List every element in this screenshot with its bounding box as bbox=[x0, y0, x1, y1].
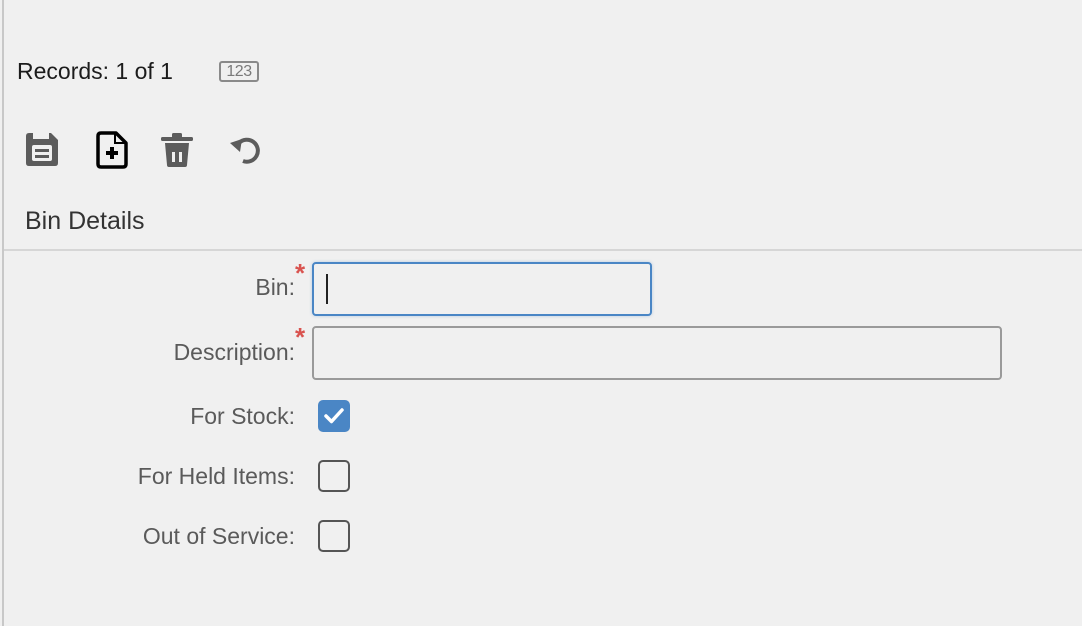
delete-button[interactable] bbox=[158, 130, 198, 170]
trash-icon bbox=[161, 133, 193, 167]
description-label: Description: bbox=[173, 339, 295, 365]
new-record-button[interactable] bbox=[92, 130, 132, 170]
bin-required-asterisk: * bbox=[295, 258, 306, 288]
out-of-service-checkbox[interactable] bbox=[318, 520, 350, 552]
new-document-icon bbox=[96, 131, 128, 169]
for-held-items-checkbox[interactable] bbox=[318, 460, 350, 492]
checkmark-icon bbox=[324, 408, 344, 424]
save-icon bbox=[26, 133, 58, 166]
section-title: Bin Details bbox=[25, 207, 145, 235]
for-stock-label: For Stock: bbox=[190, 403, 295, 429]
bin-label: Bin: bbox=[255, 274, 295, 300]
description-required-asterisk: * bbox=[295, 322, 306, 352]
for-held-items-label: For Held Items: bbox=[137, 463, 295, 489]
out-of-service-label: Out of Service: bbox=[142, 523, 295, 549]
left-border bbox=[2, 0, 4, 626]
bin-input[interactable] bbox=[312, 262, 652, 316]
description-input[interactable] bbox=[312, 326, 1002, 380]
undo-button[interactable] bbox=[227, 130, 267, 170]
save-button[interactable] bbox=[22, 130, 62, 170]
records-count: Records: 1 of 1 bbox=[17, 58, 173, 84]
undo-icon bbox=[230, 137, 260, 164]
text-caret bbox=[326, 274, 328, 304]
for-stock-checkbox[interactable] bbox=[318, 400, 350, 432]
section-divider bbox=[4, 249, 1082, 251]
record-number-badge[interactable]: 123 bbox=[219, 61, 259, 82]
